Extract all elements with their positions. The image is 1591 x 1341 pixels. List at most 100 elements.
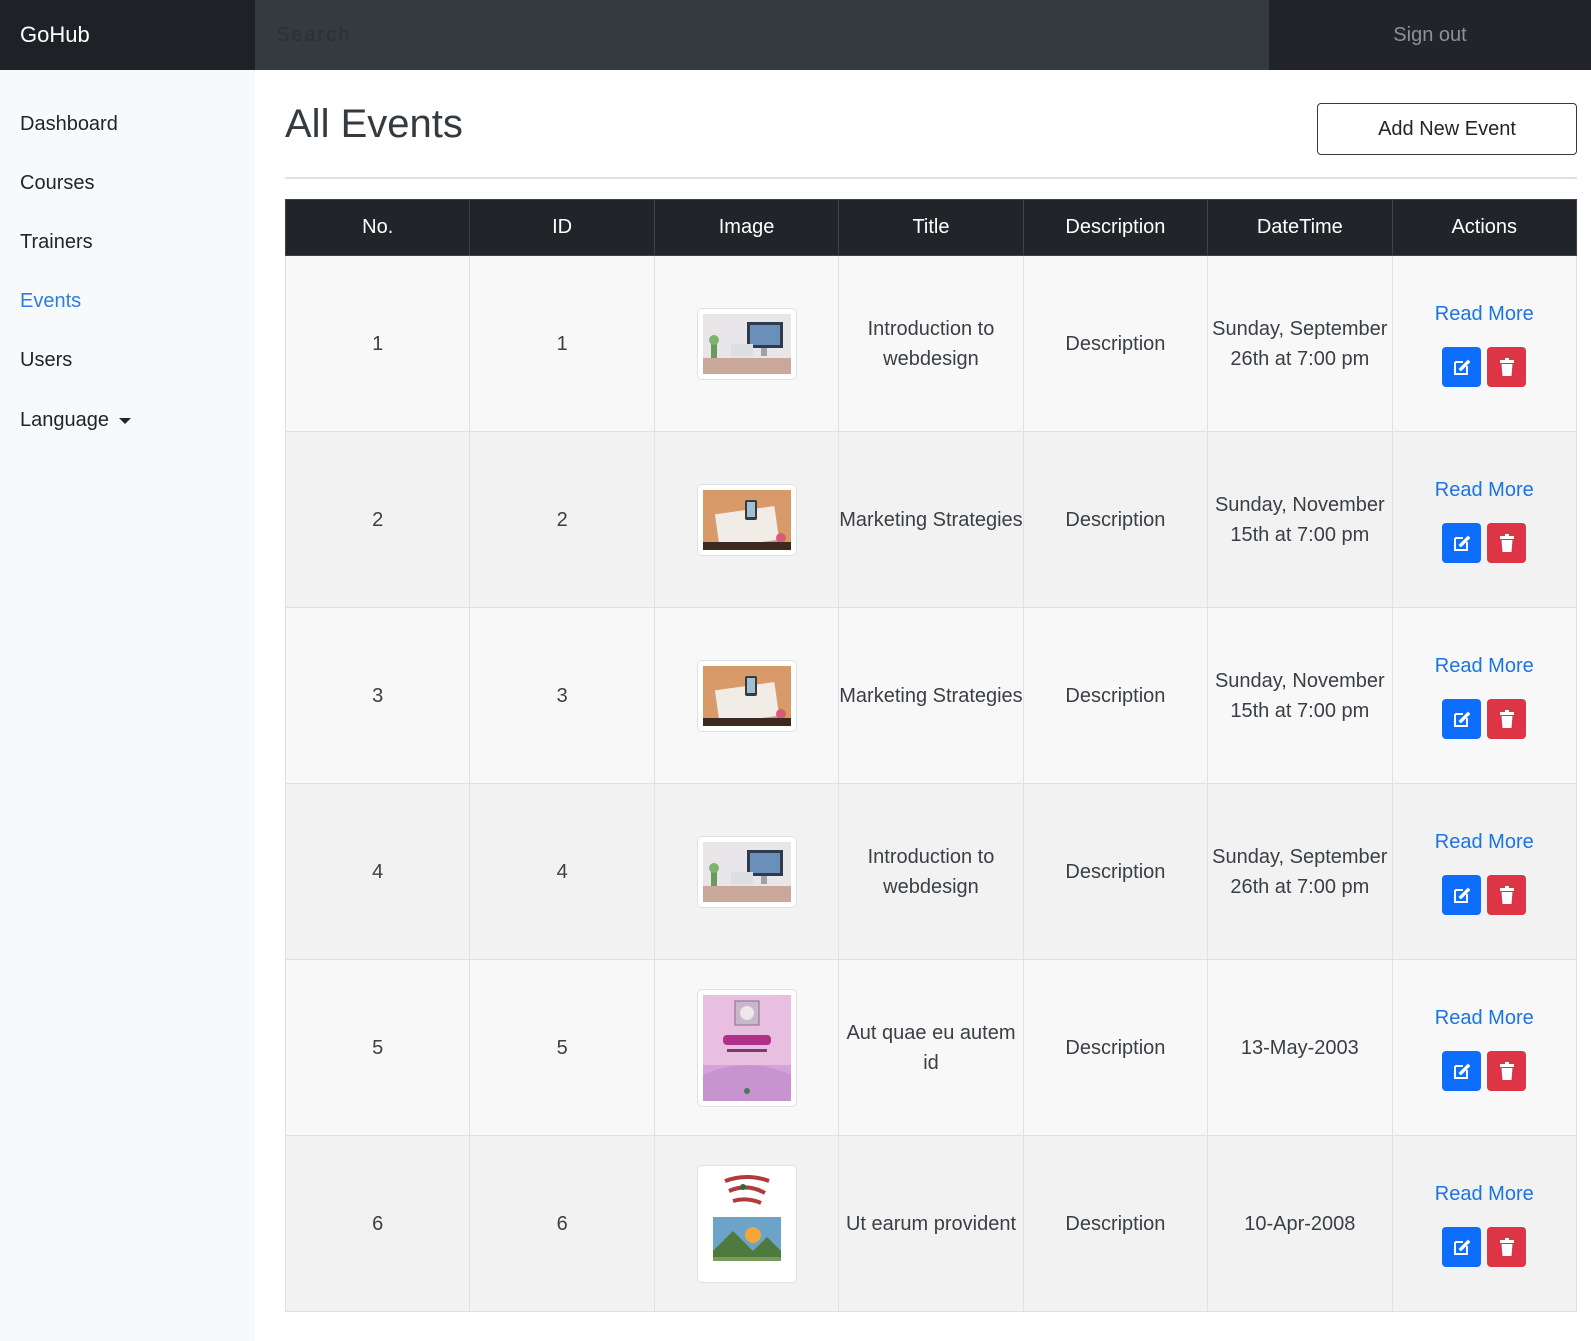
read-more-link[interactable]: Read More bbox=[1393, 1181, 1576, 1207]
page-title: All Events bbox=[285, 102, 463, 146]
delete-button[interactable] bbox=[1487, 1226, 1527, 1267]
read-more-link[interactable]: Read More bbox=[1393, 301, 1576, 327]
sign-out-link[interactable]: Sign out bbox=[1269, 0, 1591, 70]
read-more-link[interactable]: Read More bbox=[1393, 829, 1576, 855]
edit-icon bbox=[1453, 1063, 1471, 1079]
search-input[interactable] bbox=[255, 0, 1269, 70]
cell-title: Marketing Strategies bbox=[838, 431, 1024, 608]
cell-datetime: Sunday, September 26th at 7:00 pm bbox=[1207, 783, 1393, 960]
delete-button[interactable] bbox=[1487, 522, 1527, 563]
read-more-link[interactable]: Read More bbox=[1393, 477, 1576, 503]
header-divider bbox=[285, 177, 1577, 179]
cell-datetime: 10-Apr-2008 bbox=[1207, 1135, 1393, 1312]
add-new-event-button[interactable]: Add New Event bbox=[1317, 103, 1577, 155]
trash-icon bbox=[1499, 885, 1514, 904]
table-row: 6 6 Ut earum provident Description 10-Ap… bbox=[284, 1135, 1578, 1312]
sidebar-item-events[interactable]: Events bbox=[20, 286, 81, 316]
caret-down-icon bbox=[118, 417, 131, 424]
event-thumbnail-desk-phone bbox=[696, 483, 797, 556]
trash-icon bbox=[1499, 1237, 1514, 1256]
cell-description: Description bbox=[1022, 607, 1209, 784]
cell-actions: Read More bbox=[1391, 959, 1578, 1136]
cell-actions: Read More bbox=[1391, 607, 1578, 784]
cell-title: Aut quae eu autem id bbox=[838, 959, 1024, 1136]
cell-id: 3 bbox=[469, 607, 655, 784]
cell-image bbox=[653, 959, 840, 1136]
edit-button[interactable] bbox=[1442, 1050, 1482, 1091]
column-header-description: Description bbox=[1022, 199, 1209, 256]
sidebar-item-users[interactable]: Users bbox=[20, 345, 72, 375]
edit-button[interactable] bbox=[1442, 698, 1482, 739]
cell-no: 4 bbox=[284, 783, 471, 960]
cell-no: 2 bbox=[284, 431, 471, 608]
sidebar-item-language-label: Language bbox=[20, 409, 109, 431]
cell-no: 1 bbox=[284, 255, 471, 432]
event-thumbnail-desk-computer bbox=[696, 307, 797, 380]
cell-image bbox=[653, 607, 840, 784]
cell-id: 2 bbox=[469, 431, 655, 608]
cell-image bbox=[653, 783, 840, 960]
cell-title: Ut earum provident bbox=[838, 1135, 1024, 1312]
edit-button[interactable] bbox=[1442, 1226, 1482, 1267]
delete-button[interactable] bbox=[1487, 346, 1527, 387]
trash-icon bbox=[1499, 533, 1514, 552]
trash-icon bbox=[1499, 357, 1514, 376]
trash-icon bbox=[1499, 709, 1514, 728]
action-buttons bbox=[1442, 1226, 1527, 1267]
edit-button[interactable] bbox=[1442, 874, 1482, 915]
delete-button[interactable] bbox=[1487, 874, 1527, 915]
cell-actions: Read More bbox=[1391, 255, 1578, 432]
table-row: 4 4 Introduction to webdesign Descriptio… bbox=[284, 783, 1578, 960]
cell-id: 4 bbox=[469, 783, 655, 960]
cell-no: 5 bbox=[284, 959, 471, 1136]
brand-logo[interactable]: GoHub bbox=[0, 0, 255, 70]
cell-actions: Read More bbox=[1391, 1135, 1578, 1312]
cell-datetime: Sunday, September 26th at 7:00 pm bbox=[1207, 255, 1393, 432]
trash-icon bbox=[1499, 1061, 1514, 1080]
cell-title: Marketing Strategies bbox=[838, 607, 1024, 784]
table-row: 3 3 Marketing Strategies Description Sun… bbox=[284, 607, 1578, 784]
delete-button[interactable] bbox=[1487, 698, 1527, 739]
sidebar-item-trainers[interactable]: Trainers bbox=[20, 227, 93, 257]
column-header-id: ID bbox=[469, 199, 655, 256]
action-buttons bbox=[1442, 522, 1527, 563]
column-header-image: Image bbox=[653, 199, 840, 256]
column-header-no: No. bbox=[284, 199, 471, 256]
action-buttons bbox=[1442, 698, 1527, 739]
cell-title: Introduction to webdesign bbox=[838, 255, 1024, 432]
cell-description: Description bbox=[1022, 255, 1209, 432]
sidebar-item-courses[interactable]: Courses bbox=[20, 168, 94, 198]
sidebar-item-dashboard[interactable]: Dashboard bbox=[20, 109, 118, 139]
cell-title: Introduction to webdesign bbox=[838, 783, 1024, 960]
table-row: 5 5 Aut quae eu autem id Description 13-… bbox=[284, 959, 1578, 1136]
cell-actions: Read More bbox=[1391, 431, 1578, 608]
cell-description: Description bbox=[1022, 431, 1209, 608]
delete-button[interactable] bbox=[1487, 1050, 1527, 1091]
table-row: 1 1 Introduction to webdesign Descriptio… bbox=[284, 255, 1578, 432]
cell-no: 3 bbox=[284, 607, 471, 784]
edit-icon bbox=[1453, 359, 1471, 375]
table-header-row: No. ID Image Title Description DateTime … bbox=[284, 199, 1578, 256]
sidebar-item-language[interactable]: Language bbox=[20, 405, 131, 435]
read-more-link[interactable]: Read More bbox=[1393, 653, 1576, 679]
cell-no: 6 bbox=[284, 1135, 471, 1312]
cell-image bbox=[653, 1135, 840, 1312]
top-navbar: GoHub Sign out bbox=[0, 0, 1591, 70]
cell-description: Description bbox=[1022, 959, 1209, 1136]
column-header-datetime: DateTime bbox=[1207, 199, 1393, 256]
cell-image bbox=[653, 255, 840, 432]
cell-id: 1 bbox=[469, 255, 655, 432]
event-thumbnail-desk-phone bbox=[696, 659, 797, 732]
cell-datetime: Sunday, November 15th at 7:00 pm bbox=[1207, 607, 1393, 784]
cell-actions: Read More bbox=[1391, 783, 1578, 960]
edit-icon bbox=[1453, 887, 1471, 903]
cell-id: 6 bbox=[469, 1135, 655, 1312]
read-more-link[interactable]: Read More bbox=[1393, 1005, 1576, 1031]
event-thumbnail-book-cover-landscape bbox=[696, 1164, 797, 1283]
edit-button[interactable] bbox=[1442, 522, 1482, 563]
cell-datetime: 13-May-2003 bbox=[1207, 959, 1393, 1136]
edit-icon bbox=[1453, 711, 1471, 727]
cell-description: Description bbox=[1022, 1135, 1209, 1312]
action-buttons bbox=[1442, 874, 1527, 915]
edit-button[interactable] bbox=[1442, 346, 1482, 387]
